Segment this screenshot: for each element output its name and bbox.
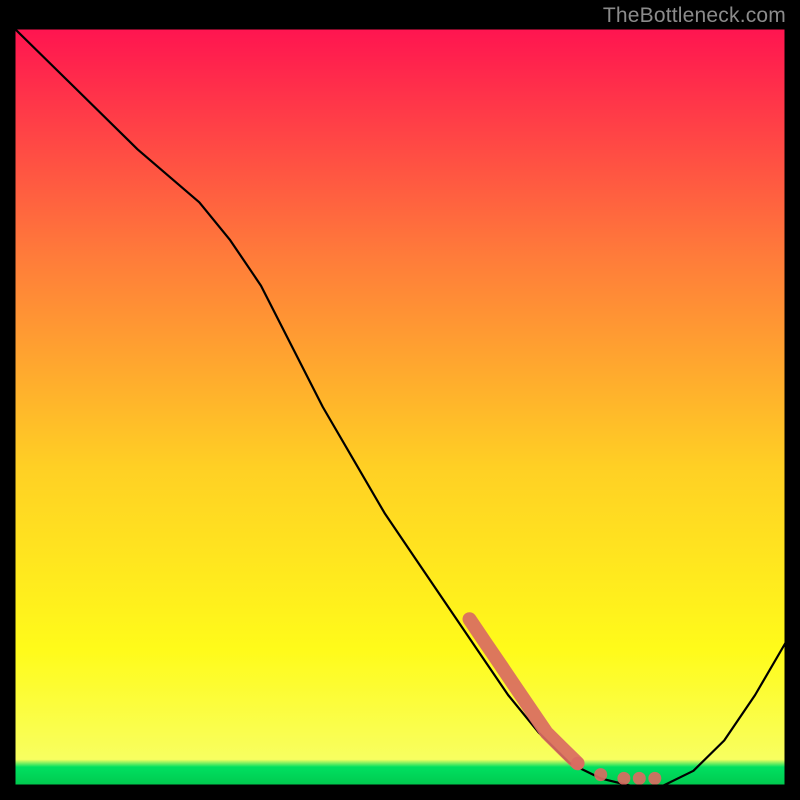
chart-frame: [14, 28, 786, 786]
bottleneck-chart: [14, 28, 786, 786]
watermark-text: TheBottleneck.com: [603, 4, 786, 28]
highlight-dot: [648, 772, 661, 785]
highlight-dot: [571, 757, 584, 770]
highlight-dot: [617, 772, 630, 785]
highlight-dot: [594, 768, 607, 781]
highlight-dot: [633, 772, 646, 785]
